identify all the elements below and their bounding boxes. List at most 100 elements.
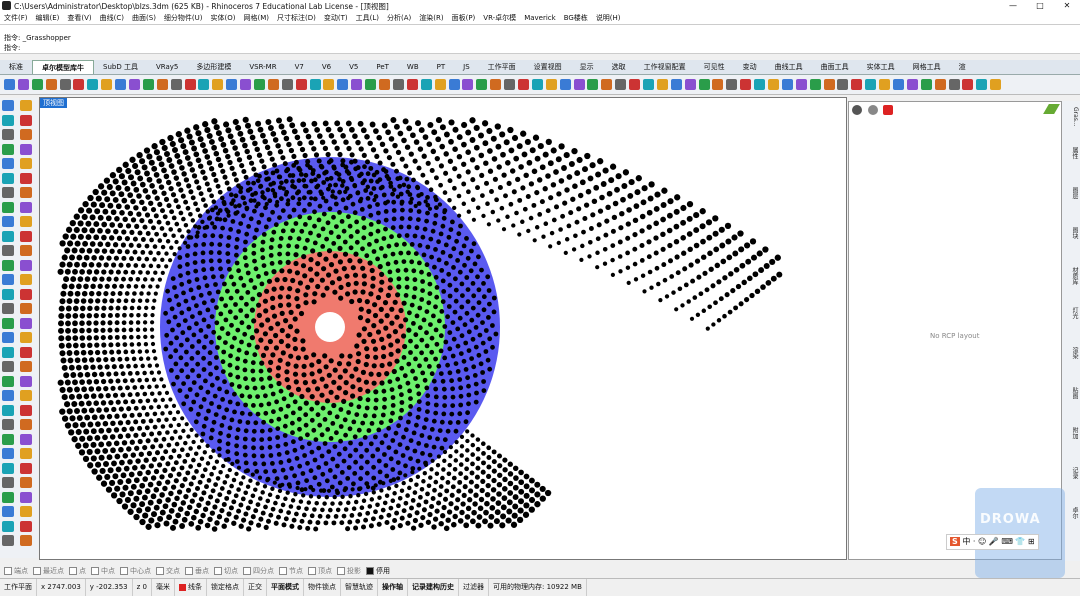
osnap-checkbox[interactable]: [185, 566, 193, 575]
toolbar-tool-icon[interactable]: [101, 79, 113, 90]
left-tool-icon[interactable]: [20, 100, 32, 111]
left-tool-icon[interactable]: [20, 535, 32, 546]
toolbar-tool-icon[interactable]: [851, 79, 863, 90]
left-tool-icon[interactable]: [2, 201, 14, 213]
left-tool-icon[interactable]: [2, 230, 14, 242]
toolbar-tab[interactable]: 曲面工具: [812, 60, 858, 74]
toolbar-tool-icon[interactable]: [59, 79, 71, 90]
toolbar-tab[interactable]: V5: [340, 60, 367, 74]
toolbar-tool-icon[interactable]: [170, 79, 182, 90]
command-input[interactable]: 指令:: [0, 43, 1080, 53]
left-tool-icon[interactable]: [20, 187, 32, 198]
left-tool-icon[interactable]: [2, 506, 14, 517]
toolbar-tab[interactable]: 工作视窗配置: [635, 60, 695, 74]
toolbar-tool-icon[interactable]: [920, 79, 932, 90]
menu-item[interactable]: Maverick: [520, 12, 560, 24]
left-tool-icon[interactable]: [20, 332, 32, 343]
left-tool-icon[interactable]: [20, 361, 32, 372]
osnap-option[interactable]: 节点: [279, 566, 303, 576]
toolbar-tab[interactable]: 可见性: [695, 60, 734, 74]
toolbar-tool-icon[interactable]: [893, 79, 904, 90]
osnap-option[interactable]: 切点: [214, 566, 238, 576]
left-tool-icon[interactable]: [20, 404, 32, 416]
side-tab[interactable]: 灯光: [1063, 307, 1079, 319]
status-toggle[interactable]: 物件锁点: [304, 579, 341, 596]
toolbar-tool-icon[interactable]: [337, 79, 349, 90]
left-tool-icon[interactable]: [2, 245, 14, 256]
toolbar-tab[interactable]: 标准: [0, 60, 32, 74]
left-tool-icon[interactable]: [20, 274, 32, 285]
toolbar-tab[interactable]: 渲: [950, 60, 975, 74]
toolbar-tab[interactable]: 显示: [571, 60, 603, 74]
side-tab[interactable]: 图层: [1063, 187, 1079, 199]
toolbar-tool-icon[interactable]: [837, 79, 849, 90]
left-tool-icon[interactable]: [20, 129, 32, 140]
menu-item[interactable]: 文件(F): [0, 12, 32, 24]
left-tool-icon[interactable]: [2, 259, 14, 271]
menu-item[interactable]: 变动(T): [320, 12, 352, 24]
menu-item[interactable]: 渲染(R): [415, 12, 447, 24]
left-tool-icon[interactable]: [20, 506, 32, 517]
toolbar-tool-icon[interactable]: [115, 79, 127, 90]
toolbar-tool-icon[interactable]: [504, 79, 516, 90]
left-tool-icon[interactable]: [2, 535, 14, 546]
left-tool-icon[interactable]: [20, 172, 32, 184]
toolbar-tab[interactable]: VRay5: [147, 60, 187, 74]
left-tool-icon[interactable]: [2, 288, 14, 300]
toolbar-tool-icon[interactable]: [823, 79, 835, 90]
osnap-checkbox[interactable]: [156, 566, 164, 575]
toolbar-tool-icon[interactable]: [545, 79, 557, 90]
menu-item[interactable]: 面板(P): [448, 12, 480, 24]
toolbar-tool-icon[interactable]: [740, 79, 752, 90]
toolbar-tool-icon[interactable]: [976, 79, 988, 90]
ime-toolbar[interactable]: S 中 · ☺ 🎤 ⌨ 👕 ⊞: [946, 534, 1039, 550]
left-tool-icon[interactable]: [20, 259, 32, 271]
left-tool-icon[interactable]: [2, 448, 14, 459]
status-toggle[interactable]: 正交: [244, 579, 267, 596]
osnap-checkbox[interactable]: [279, 566, 287, 575]
side-tab[interactable]: 渲染: [1063, 347, 1079, 359]
toolbar-tab[interactable]: 实体工具: [858, 60, 904, 74]
toolbar-tool-icon[interactable]: [198, 79, 210, 90]
left-tool-icon[interactable]: [2, 433, 14, 445]
toolbar-tool-icon[interactable]: [254, 79, 266, 90]
menu-item[interactable]: 实体(O): [207, 12, 240, 24]
osnap-checkbox[interactable]: [243, 566, 251, 575]
toolbar-tool-icon[interactable]: [434, 79, 446, 90]
left-tool-icon[interactable]: [20, 114, 32, 126]
toolbar-tool-icon[interactable]: [781, 79, 793, 90]
toolbar-tab[interactable]: SubD 工具: [94, 60, 147, 74]
toolbar-tool-icon[interactable]: [365, 79, 377, 90]
toolbar-tab[interactable]: 选取: [603, 60, 635, 74]
toolbar-tool-icon[interactable]: [17, 79, 29, 90]
toolbar-tool-icon[interactable]: [309, 79, 321, 90]
toolbar-tab[interactable]: 设置视图: [525, 60, 571, 74]
menu-item[interactable]: 分析(A): [383, 12, 415, 24]
toolbar-tool-icon[interactable]: [462, 79, 474, 90]
osnap-option[interactable]: 点: [69, 566, 86, 576]
left-tool-icon[interactable]: [2, 158, 14, 169]
left-tool-icon[interactable]: [20, 201, 32, 213]
status-toggle[interactable]: 过滤器: [459, 579, 489, 596]
toolbar-tool-icon[interactable]: [212, 79, 224, 90]
toolbar-tool-icon[interactable]: [795, 79, 807, 90]
toolbar-tool-icon[interactable]: [379, 79, 391, 90]
left-tool-icon[interactable]: [20, 390, 32, 401]
toolbar-tool-icon[interactable]: [129, 79, 141, 90]
toolbar-tool-icon[interactable]: [573, 79, 585, 90]
osnap-checkbox[interactable]: [214, 566, 222, 575]
left-tool-icon[interactable]: [20, 419, 32, 430]
close-button[interactable]: ✕: [1054, 0, 1080, 12]
left-tool-icon[interactable]: [20, 303, 32, 314]
osnap-option[interactable]: 交点: [156, 566, 180, 576]
toolbar-tool-icon[interactable]: [420, 79, 432, 90]
side-tab[interactable]: 卓尔: [1063, 507, 1079, 519]
toolbar-tool-icon[interactable]: [698, 79, 710, 90]
menu-item[interactable]: 尺寸标注(D): [273, 12, 320, 24]
left-tool-icon[interactable]: [2, 317, 14, 329]
toolbar-tool-icon[interactable]: [879, 79, 891, 90]
toolbar-tool-icon[interactable]: [267, 79, 279, 90]
toolbar-tab[interactable]: 多边形建模: [187, 60, 240, 74]
osnap-checkbox[interactable]: [120, 566, 128, 575]
toolbar-tab[interactable]: WB: [398, 60, 428, 74]
